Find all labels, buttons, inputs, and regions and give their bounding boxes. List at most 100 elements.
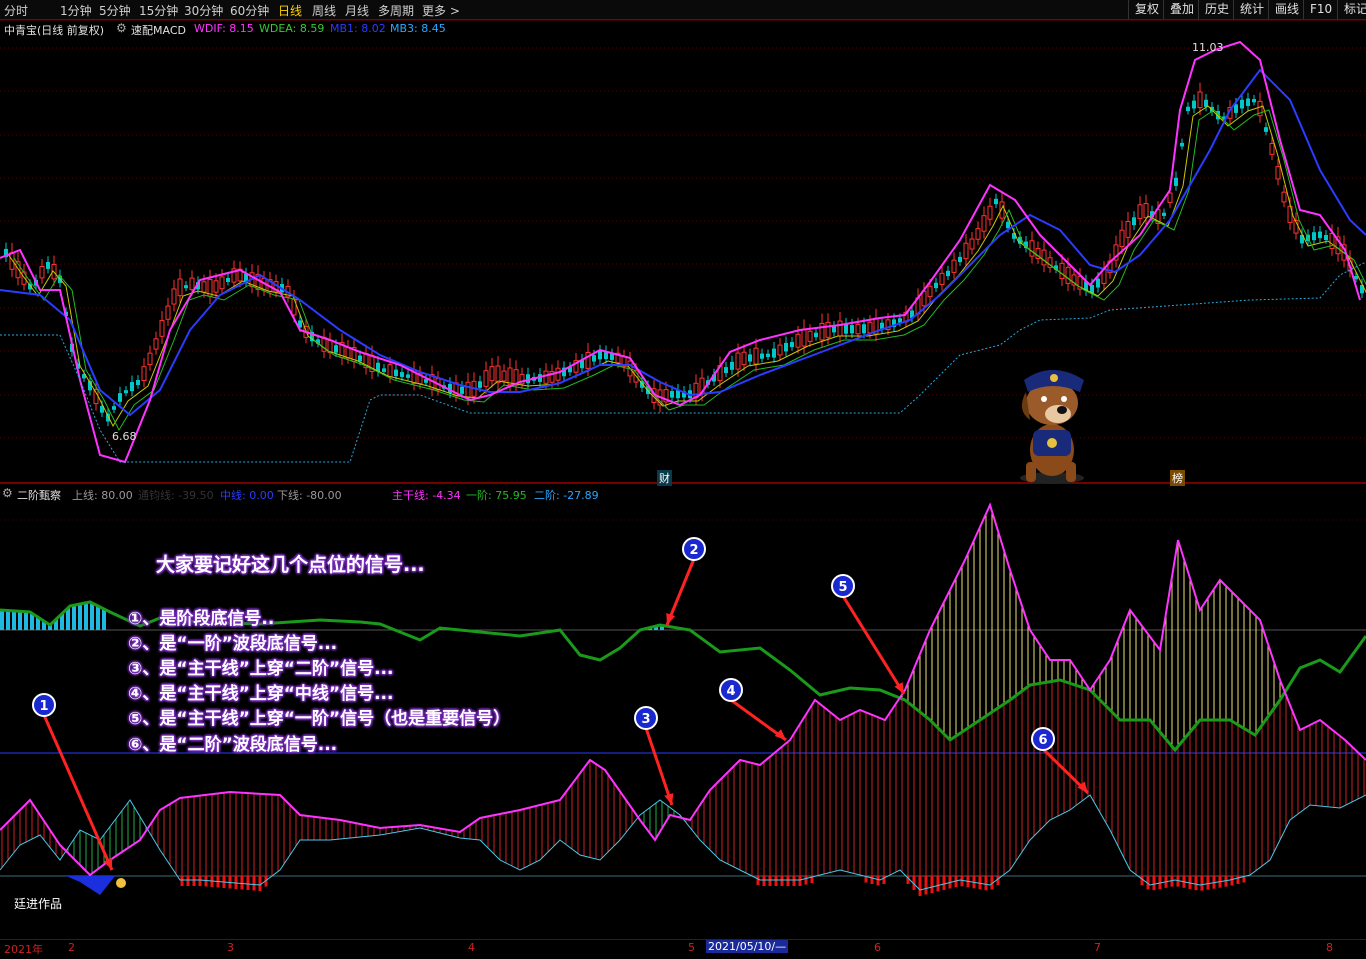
- date-label-feb: 2: [68, 941, 75, 954]
- arrow-head: [666, 613, 676, 625]
- candlestick-body: [814, 332, 818, 338]
- cursor-date-label: 2021/05/10/—: [706, 940, 789, 953]
- arrow-head: [774, 729, 786, 740]
- candlestick-body: [772, 348, 776, 358]
- dog-nose: [1057, 406, 1067, 414]
- candlestick-body: [147, 352, 153, 366]
- dog-leg: [1026, 462, 1036, 482]
- candlestick-body: [862, 324, 866, 334]
- annotation-item-3: ③、是“主干线”上穿“二阶”信号...: [128, 659, 394, 679]
- annotation-item-4: ④、是“主干线”上穿“中线”信号...: [128, 684, 394, 704]
- ma-line-green: [13, 109, 1366, 432]
- date-label-apr: 4: [468, 941, 475, 954]
- candlestick-body: [819, 322, 825, 341]
- upper-line-value: 上线: 80.00: [72, 489, 133, 502]
- settings-icon[interactable]: ⚙: [2, 486, 13, 500]
- dog-eye: [1041, 396, 1047, 402]
- marker-number: 3: [641, 712, 650, 727]
- candlestick-body: [753, 347, 759, 365]
- candlestick-body: [610, 353, 614, 360]
- candlestick-body: [465, 381, 471, 399]
- kline-chart[interactable]: 1 2 3 4 5 6: [0, 0, 1366, 958]
- candlestick-body: [855, 323, 861, 335]
- candlestick-body: [730, 361, 734, 370]
- candlestick-body: [951, 259, 957, 273]
- indicator-name[interactable]: 速配MACD: [131, 22, 186, 38]
- candlestick-body: [724, 367, 728, 374]
- wdif-line: [0, 40, 1361, 464]
- ma-line-yellow: [7, 105, 1366, 428]
- candlestick-body: [1167, 192, 1173, 203]
- sub-indicator-name[interactable]: 二阶甄察: [17, 487, 61, 503]
- annotation-item-1: ①、是阶段底信号..: [128, 609, 275, 629]
- candlestick-body: [495, 365, 501, 384]
- date-label-year: 2021年: [4, 943, 43, 956]
- candlestick-body: [1125, 221, 1131, 238]
- candlestick-body: [981, 215, 987, 232]
- candlestick-body: [1096, 278, 1100, 288]
- candlestick-body: [1264, 127, 1268, 132]
- candlesticks: [4, 82, 1364, 427]
- candlestick-body: [969, 238, 975, 250]
- candlestick-body: [946, 270, 950, 277]
- candlestick-body: [189, 277, 195, 291]
- candlestick-body: [867, 321, 873, 334]
- lower-line-value: 下线: -80.00: [277, 489, 342, 502]
- date-label-jul: 7: [1094, 941, 1101, 954]
- candlestick-body: [9, 252, 15, 270]
- candlestick-body: [760, 353, 764, 359]
- candlestick-body: [921, 290, 927, 307]
- candlestick-body: [801, 328, 807, 347]
- candlestick-body: [987, 205, 993, 220]
- billboard-marker[interactable]: 榜: [1170, 470, 1185, 486]
- candlestick-body: [975, 228, 981, 240]
- candlestick-body: [177, 278, 183, 297]
- candlestick-body: [345, 346, 351, 359]
- candlestick-body: [1275, 166, 1281, 180]
- moving-average-lines: [0, 40, 1366, 464]
- second-order-value: 二阶: -27.89: [534, 489, 599, 502]
- candlestick-body: [1059, 262, 1065, 280]
- candlestick-body: [670, 391, 674, 398]
- candlestick-body: [1041, 249, 1047, 266]
- candlestick-body: [958, 256, 962, 263]
- settings-icon[interactable]: ⚙: [116, 21, 127, 35]
- marker-number: 6: [1038, 733, 1047, 748]
- candlestick-body: [1197, 91, 1203, 109]
- candlestick-body: [784, 342, 788, 352]
- candlestick-body: [807, 330, 813, 342]
- candlestick-body: [1192, 100, 1196, 109]
- candlestick-body: [1132, 217, 1136, 226]
- candlestick-body: [201, 281, 207, 293]
- candlestick-body: [735, 352, 741, 370]
- candlestick-body: [387, 364, 393, 378]
- candlestick-body: [153, 338, 159, 350]
- candlestick-body: [844, 324, 848, 334]
- candlestick-body: [165, 305, 171, 320]
- candlestick-body: [159, 320, 165, 337]
- wdif-value: WDIF: 8.15: [194, 22, 254, 35]
- low-price-label: 6.68: [112, 430, 137, 443]
- wdea-value: WDEA: 8.59: [259, 22, 325, 35]
- candlestick-body: [400, 372, 404, 377]
- date-label-jun: 6: [874, 941, 881, 954]
- candlestick-body: [130, 382, 134, 392]
- dog-badge: [1047, 438, 1057, 448]
- candlestick-body: [1143, 203, 1149, 219]
- candlestick-body: [1029, 240, 1035, 257]
- candlestick-body: [1246, 98, 1250, 107]
- candlestick-body: [795, 333, 801, 348]
- candlestick-body: [837, 320, 843, 337]
- candlestick-body: [1240, 99, 1244, 109]
- annotation-arrow: [644, 727, 674, 806]
- marker-number: 5: [838, 580, 847, 595]
- candlestick-body: [507, 367, 513, 386]
- mb1-line: [0, 68, 1366, 417]
- candlestick-body: [748, 354, 752, 362]
- finance-marker[interactable]: 财: [657, 470, 672, 486]
- dog-hat-badge: [1050, 374, 1058, 382]
- candlestick-body: [226, 277, 230, 283]
- stock-title: 中青宝(日线 前复权): [4, 24, 105, 37]
- dog-eye: [1061, 396, 1067, 402]
- candlestick-body: [406, 374, 410, 378]
